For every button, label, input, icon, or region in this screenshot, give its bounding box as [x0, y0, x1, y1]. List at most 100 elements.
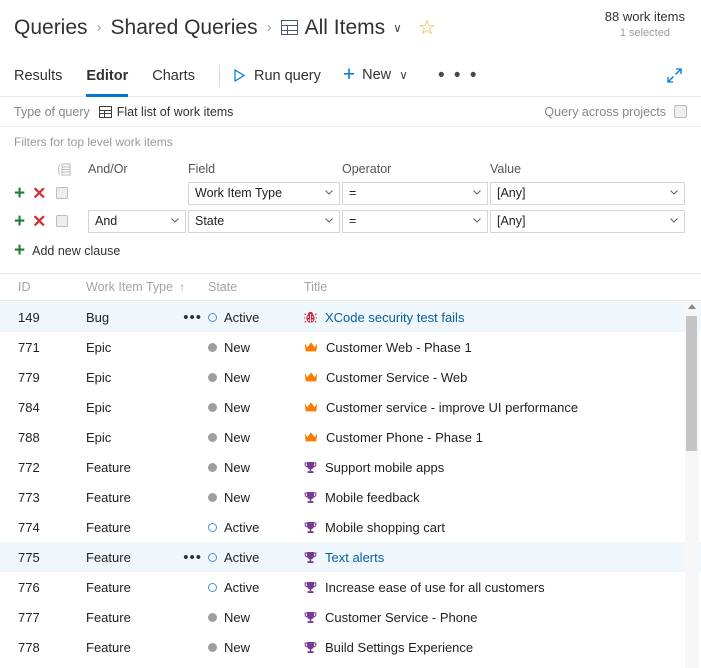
table-row[interactable]: 784 Epic New Customer service - improve UI … — [0, 392, 701, 422]
row-work-item-type: Feature — [86, 520, 208, 535]
state-active-icon — [208, 582, 217, 592]
table-row[interactable]: 772 Feature New Support mobile apps — [0, 452, 701, 482]
row-title-label: Support mobile apps — [325, 459, 445, 475]
row-title[interactable]: XCode security test fails — [304, 310, 677, 325]
results-grid: ID Work Item Type ↑ State Title 149 Bug ••… — [0, 273, 701, 668]
chevron-down-icon — [473, 218, 481, 223]
breadcrumb-shared-queries[interactable]: Shared Queries — [111, 16, 258, 40]
row-title[interactable]: Customer Web - Phase 1 — [304, 340, 677, 355]
bug-icon — [304, 311, 317, 323]
row-state-label: New — [224, 429, 251, 445]
crown-icon — [304, 402, 318, 412]
run-query-button[interactable]: Run query — [234, 68, 321, 84]
filter-field-cell: Work Item Type — [188, 181, 342, 205]
row-work-item-type: Epic — [86, 430, 208, 445]
filter-field-cell: State — [188, 209, 342, 233]
filter-value-dropdown[interactable]: [Any] — [490, 181, 685, 205]
toolbar-divider — [218, 64, 220, 87]
sort-ascending-icon: ↑ — [179, 280, 186, 294]
add-clause-icon[interactable]: + — [14, 212, 25, 231]
row-state: Active — [208, 550, 304, 565]
state-new-icon — [208, 612, 217, 622]
query-across-projects[interactable]: Query across projects — [544, 105, 687, 119]
column-header-work-item-type[interactable]: Work Item Type ↑ — [86, 280, 208, 294]
favorite-star-icon[interactable]: ☆ — [418, 18, 436, 38]
row-state: Active — [208, 310, 304, 325]
table-row[interactable]: 771 Epic New Customer Web - Phase 1 — [0, 332, 701, 362]
new-work-item-button[interactable]: + New ∨ — [342, 63, 408, 87]
row-title[interactable]: Build Settings Experience — [304, 640, 677, 655]
row-work-item-type-label: Epic — [86, 369, 112, 385]
row-work-item-type-label: Bug — [86, 309, 110, 325]
state-new-icon — [208, 432, 217, 442]
filters-header-group — [56, 163, 88, 176]
query-type-value[interactable]: Flat list of work items — [98, 105, 233, 119]
row-work-item-type-label: Feature — [86, 609, 131, 625]
row-title[interactable]: Customer Service - Web — [304, 370, 677, 385]
row-state-label: Active — [224, 519, 260, 535]
filter-operator-dropdown[interactable]: = — [342, 209, 488, 233]
row-state: New — [208, 430, 304, 445]
table-row[interactable]: 149 Bug ••• Active XCode security test fails — [0, 302, 701, 332]
tab-results[interactable]: Results — [14, 55, 62, 97]
table-row[interactable]: 777 Feature New Customer Service - Phone — [0, 602, 701, 632]
remove-clause-icon[interactable]: ✕ — [32, 185, 46, 202]
column-header-title[interactable]: Title — [304, 280, 677, 294]
column-header-state[interactable]: State — [208, 280, 304, 294]
command-bar: Results Editor Charts Run query + New ∨ … — [0, 55, 701, 97]
row-title[interactable]: Increase ease of use for all customers — [304, 580, 677, 595]
row-id: 773 — [18, 489, 40, 505]
results-scrollbar[interactable] — [685, 302, 699, 668]
scrollbar-thumb[interactable] — [686, 316, 697, 451]
add-clause-icon[interactable]: + — [14, 184, 25, 203]
query-across-projects-checkbox[interactable] — [674, 105, 687, 118]
filter-field-dropdown[interactable]: Work Item Type — [188, 181, 340, 205]
table-row[interactable]: 779 Epic New Customer Service - Web — [0, 362, 701, 392]
row-state: New — [208, 340, 304, 355]
filter-value-cell: [Any] — [490, 181, 687, 205]
add-new-clause-button[interactable]: + Add new clause — [14, 241, 687, 260]
row-title[interactable]: Mobile shopping cart — [304, 520, 677, 535]
row-title[interactable]: Text alerts — [304, 550, 677, 565]
table-row[interactable]: 775 Feature ••• Active Text alerts — [0, 542, 701, 572]
table-row[interactable]: 773 Feature New Mobile feedback — [0, 482, 701, 512]
plus-icon: + — [342, 63, 356, 87]
row-title[interactable]: Mobile feedback — [304, 490, 677, 505]
remove-clause-icon[interactable]: ✕ — [32, 213, 46, 230]
filter-and-or-dropdown[interactable]: And — [88, 209, 186, 233]
row-state: New — [208, 460, 304, 475]
breadcrumb: Queries › Shared Queries › All Items ∨ ☆ — [14, 16, 436, 40]
filter-field-dropdown[interactable]: State — [188, 209, 340, 233]
scrollbar-up-arrow-icon[interactable] — [688, 304, 696, 309]
row-context-menu-icon[interactable]: ••• — [183, 550, 202, 565]
more-commands-button[interactable]: • • • — [438, 66, 479, 84]
chevron-down-icon[interactable]: ∨ — [393, 21, 402, 35]
filter-clause-checkbox[interactable] — [56, 215, 68, 227]
table-row[interactable]: 788 Epic New Customer Phone - Phase 1 — [0, 422, 701, 452]
row-work-item-type-label: Feature — [86, 489, 131, 505]
new-chevron-down-icon[interactable]: ∨ — [399, 68, 408, 82]
row-context-menu-icon[interactable]: ••• — [183, 310, 202, 325]
row-title[interactable]: Support mobile apps — [304, 460, 677, 475]
row-title[interactable]: Customer Phone - Phase 1 — [304, 430, 677, 445]
row-title[interactable]: Customer Service - Phone — [304, 610, 677, 625]
breadcrumb-queries[interactable]: Queries — [14, 16, 88, 40]
state-new-icon — [208, 462, 217, 472]
filter-clause-checkbox[interactable] — [56, 187, 68, 199]
tab-charts[interactable]: Charts — [152, 55, 195, 97]
expand-icon[interactable] — [666, 67, 683, 84]
table-row[interactable]: 774 Feature Active Mobile shopping cart — [0, 512, 701, 542]
tab-editor[interactable]: Editor — [86, 55, 128, 97]
table-row[interactable]: 778 Feature New Build Settings Experience — [0, 632, 701, 662]
row-id: 772 — [18, 459, 40, 475]
row-title[interactable]: Customer service - improve UI performanc… — [304, 400, 677, 415]
row-work-item-type-label: Feature — [86, 549, 131, 565]
column-header-id[interactable]: ID — [18, 280, 86, 294]
filter-value-dropdown[interactable]: [Any] — [490, 209, 685, 233]
filter-clause-group-cell — [56, 187, 88, 199]
table-row[interactable]: 776 Feature Active Increase ease of use for… — [0, 572, 701, 602]
work-item-count-selected: 1 selected — [619, 26, 670, 39]
filter-operator-dropdown[interactable]: = — [342, 181, 488, 205]
row-title-label: Customer service - improve UI performanc… — [326, 399, 579, 415]
breadcrumb-all-items[interactable]: All Items ∨ — [280, 16, 402, 40]
